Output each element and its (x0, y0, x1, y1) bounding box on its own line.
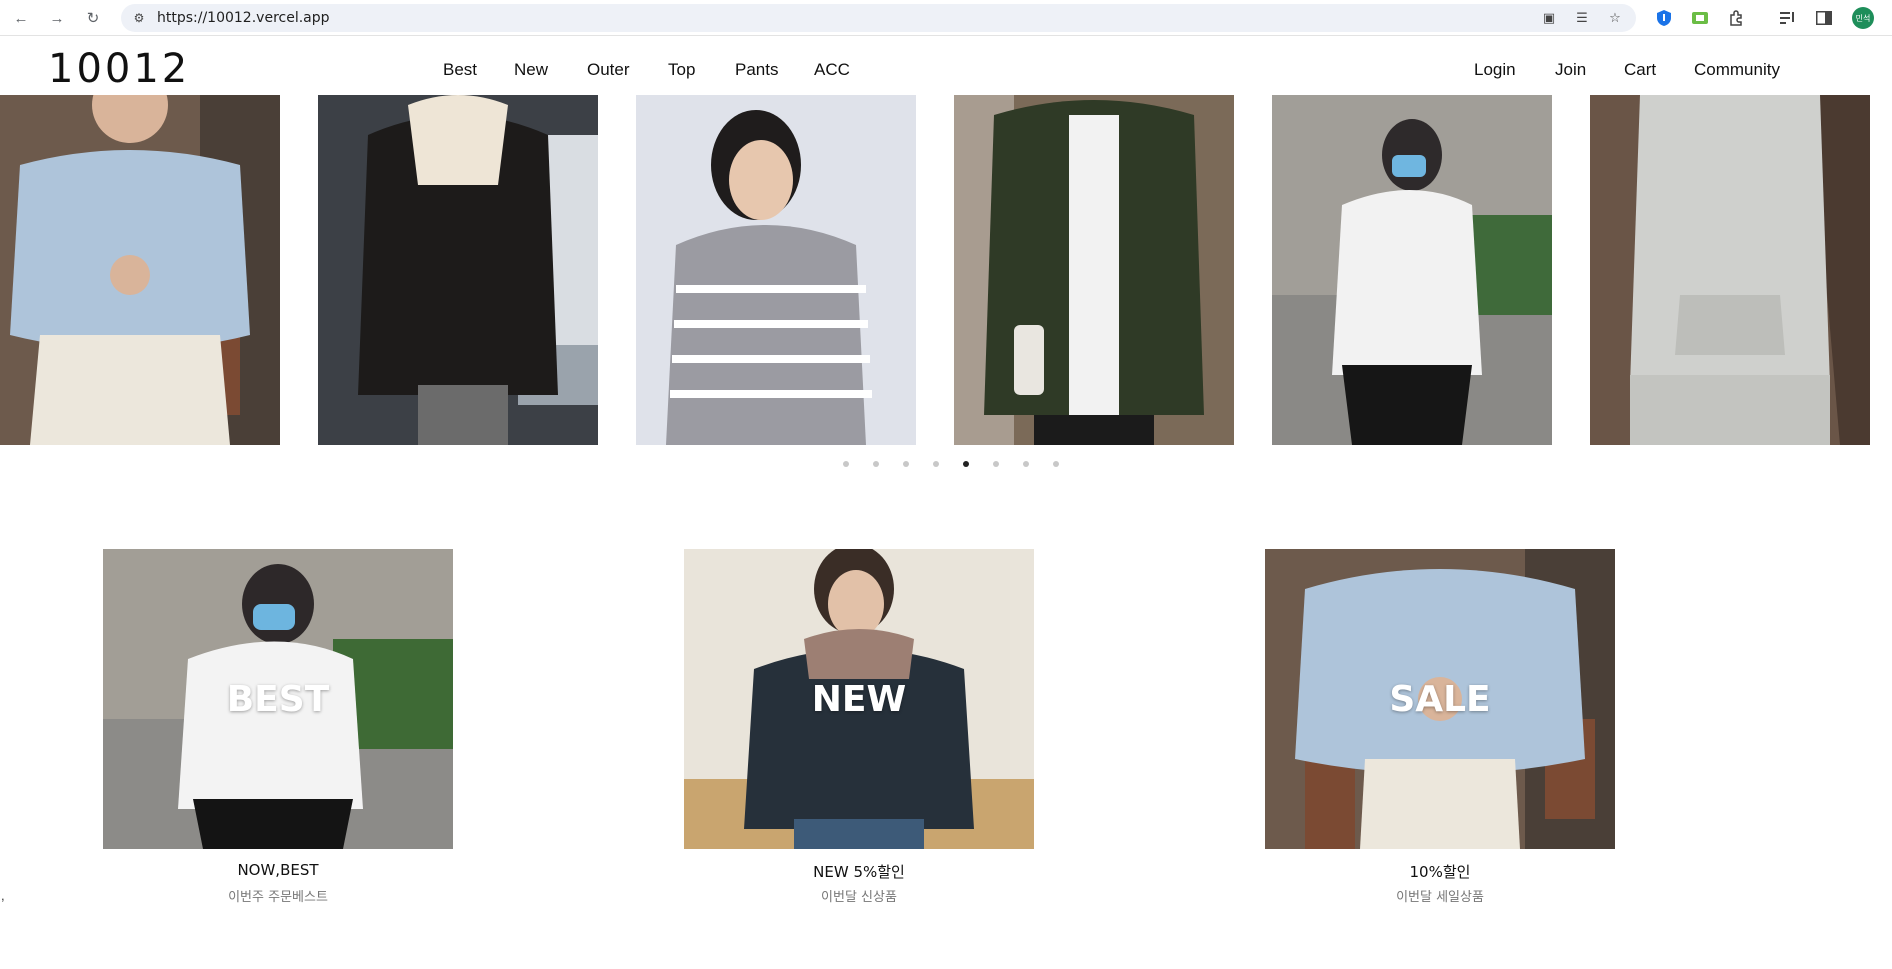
carousel-slide[interactable] (318, 95, 598, 445)
nav-item-new[interactable]: New (514, 60, 548, 80)
carousel-dot[interactable] (933, 461, 939, 467)
carousel-dot[interactable] (993, 461, 999, 467)
community-link[interactable]: Community (1694, 60, 1780, 80)
carousel-dot[interactable] (873, 461, 879, 467)
back-icon[interactable]: ← (10, 7, 32, 29)
carousel-slide[interactable] (954, 95, 1234, 445)
product-image (1590, 95, 1870, 445)
password-manager-icon[interactable] (1654, 8, 1674, 28)
carousel-dot[interactable] (903, 461, 909, 467)
nav-item-acc[interactable]: ACC (814, 60, 850, 80)
carousel-slide[interactable] (636, 95, 916, 445)
site-logo[interactable]: 10012 (48, 46, 190, 92)
category-subtitle: 이번달 신상품 (821, 890, 897, 905)
category-overlay-label: BEST (226, 678, 330, 720)
category-subtitle: 이번달 세일상품 (1396, 890, 1484, 905)
category-title[interactable]: NOW,BEST (103, 861, 453, 879)
category-overlay-label: SALE (1389, 678, 1491, 720)
reload-icon[interactable]: ↻ (82, 7, 104, 29)
forward-icon[interactable]: → (46, 7, 68, 29)
carousel-dot[interactable] (1053, 461, 1059, 467)
extension-green-icon[interactable] (1690, 8, 1710, 28)
carousel-slide[interactable] (1590, 95, 1870, 445)
category-card-new[interactable]: NEW (684, 549, 1034, 849)
cart-link[interactable]: Cart (1624, 60, 1656, 80)
carousel-dot-active[interactable] (963, 461, 969, 467)
reading-list-icon[interactable] (1778, 8, 1798, 28)
login-link[interactable]: Login (1474, 60, 1516, 80)
bookmark-star-icon[interactable]: ☆ (1606, 9, 1624, 27)
nav-item-top[interactable]: Top (668, 60, 695, 80)
site-info-icon[interactable]: ⚙ (131, 10, 147, 26)
product-image (954, 95, 1234, 445)
category-card-sale[interactable]: SALE (1265, 549, 1615, 849)
category-card-best[interactable]: BEST (103, 549, 453, 849)
category-overlay-label: NEW (811, 678, 907, 720)
join-link[interactable]: Join (1555, 60, 1586, 80)
category-title[interactable]: 10%할인 (1265, 861, 1615, 882)
carousel-slide[interactable] (1272, 95, 1552, 445)
product-image (0, 95, 280, 445)
nav-item-outer[interactable]: Outer (587, 60, 630, 80)
address-bar[interactable]: ⚙ https://10012.vercel.app ▣ ☰ ☆ (121, 4, 1636, 32)
translate-icon[interactable]: ☰ (1573, 9, 1591, 27)
category-subtitle: 이번주 주문베스트 (228, 890, 328, 905)
carousel-dot[interactable] (843, 461, 849, 467)
extensions-puzzle-icon[interactable] (1726, 8, 1746, 28)
nav-item-best[interactable]: Best (443, 60, 477, 80)
product-image (1272, 95, 1552, 445)
nav-item-pants[interactable]: Pants (735, 60, 778, 80)
side-panel-icon[interactable] (1814, 8, 1834, 28)
profile-avatar[interactable]: 민석 (1852, 7, 1874, 29)
url-text[interactable]: https://10012.vercel.app (157, 10, 330, 26)
product-image (318, 95, 598, 445)
browser-toolbar: ← → ↻ ⚙ https://10012.vercel.app ▣ ☰ ☆ 민… (0, 0, 1892, 36)
carousel-dot[interactable] (1023, 461, 1029, 467)
carousel-slide[interactable] (0, 95, 280, 445)
category-title[interactable]: NEW 5%할인 (684, 861, 1034, 882)
stray-text: , (1, 888, 5, 903)
install-app-icon[interactable]: ▣ (1540, 9, 1558, 27)
product-image (636, 95, 916, 445)
